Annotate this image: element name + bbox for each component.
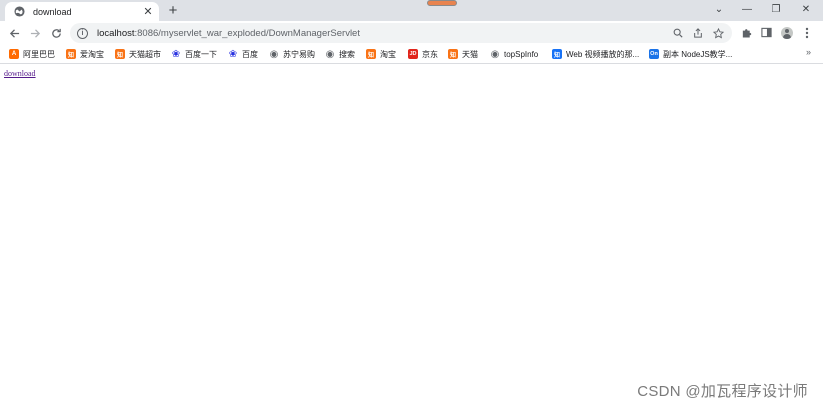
globe-icon: ◉ xyxy=(490,48,500,60)
baidu-paw-icon: ❀ xyxy=(228,48,238,60)
globe-icon xyxy=(14,6,25,17)
bookmark-item[interactable]: ◉ 苏宁易购 xyxy=(269,47,315,61)
bookmark-item[interactable]: On 副本 NodeJS教学... xyxy=(649,47,732,61)
zhi-icon: 知 xyxy=(366,49,376,59)
zoom-search-icon[interactable] xyxy=(672,26,684,40)
bookmark-item[interactable]: 知 淘宝 xyxy=(366,47,396,61)
bookmark-star-icon[interactable] xyxy=(712,26,724,40)
on-icon: On xyxy=(649,49,659,59)
bookmark-label: 苏宁易购 xyxy=(283,49,315,59)
profile-avatar-icon[interactable] xyxy=(779,24,795,41)
url-host: localhost xyxy=(97,27,135,39)
reload-icon[interactable] xyxy=(47,24,65,42)
bookmark-item[interactable]: A 阿里巴巴 xyxy=(9,47,55,61)
zhi-icon: 知 xyxy=(115,49,125,59)
bookmark-item[interactable]: ◉ 搜索 xyxy=(325,47,355,61)
bookmark-label: 副本 NodeJS教学... xyxy=(663,49,733,59)
extensions-puzzle-icon[interactable] xyxy=(738,24,754,41)
bookmark-label: 阿里巴巴 xyxy=(23,49,55,59)
bookmark-label: 淘宝 xyxy=(380,49,396,59)
globe-icon: ◉ xyxy=(325,48,335,60)
window-drag-handle xyxy=(427,0,457,6)
bookmark-label: 天猫 xyxy=(462,49,478,59)
address-url[interactable]: localhost:8086/myservlet_war_exploded/Do… xyxy=(97,28,360,39)
zhihu-icon: 知 xyxy=(552,49,562,59)
bookmark-item[interactable]: 知 爱淘宝 xyxy=(66,47,104,61)
baidu-paw-icon: ❀ xyxy=(171,48,181,60)
url-path: :8086/myservlet_war_exploded/DownManager… xyxy=(134,27,360,39)
bookmark-item[interactable]: ◉ topSpInfo xyxy=(490,47,539,61)
download-link[interactable]: download xyxy=(4,69,36,78)
restore-button[interactable]: ❐ xyxy=(762,0,790,19)
bookmark-label: 京东 xyxy=(422,49,438,59)
new-tab-button[interactable]: + xyxy=(164,2,182,19)
bookmark-label: Web 视频播放的那... xyxy=(566,49,640,59)
globe-icon: ◉ xyxy=(269,48,279,60)
zhi-icon: 知 xyxy=(66,49,76,59)
bookmark-label: 百度一下 xyxy=(185,49,217,59)
tab-title: download xyxy=(33,6,72,17)
forward-arrow-icon[interactable] xyxy=(26,24,44,42)
bookmark-item[interactable]: 知 Web 视频播放的那... xyxy=(552,47,639,61)
bookmark-item[interactable]: ❀ 百度一下 xyxy=(171,47,217,61)
tab-strip: download ✕ + ⌄ — ❐ ✕ xyxy=(0,0,823,21)
zhi-icon: 知 xyxy=(448,49,458,59)
side-panel-icon[interactable] xyxy=(758,24,774,41)
bookmark-item[interactable]: 知 天猫超市 xyxy=(115,47,161,61)
bookmark-label: 天猫超市 xyxy=(129,49,161,59)
tab-close-icon[interactable]: ✕ xyxy=(141,5,155,19)
bookmark-item[interactable]: JD 京东 xyxy=(408,47,438,61)
bookmarks-overflow-chevron-icon[interactable]: » xyxy=(806,47,811,57)
page-content: download CSDN @加瓦程序设计师 xyxy=(0,65,823,409)
toolbar: i localhost:8086/myservlet_war_exploded/… xyxy=(0,21,823,44)
address-bar[interactable]: i localhost:8086/myservlet_war_exploded/… xyxy=(70,23,732,43)
bookmark-label: 爱淘宝 xyxy=(80,49,104,59)
minimize-button[interactable]: — xyxy=(733,0,761,19)
jd-icon: JD xyxy=(408,49,418,59)
watermark: CSDN @加瓦程序设计师 xyxy=(637,383,808,400)
back-arrow-icon[interactable] xyxy=(5,24,23,42)
bookmark-label: 百度 xyxy=(242,49,258,59)
site-info-icon[interactable]: i xyxy=(77,27,88,39)
bookmark-item[interactable]: ❀ 百度 xyxy=(228,47,258,61)
tab-search-chevron-icon[interactable]: ⌄ xyxy=(705,0,733,19)
bookmark-label: topSpInfo xyxy=(504,49,539,59)
alibaba-icon: A xyxy=(9,49,19,59)
bookmarks-bar: A 阿里巴巴 知 爱淘宝 知 天猫超市 ❀ 百度一下 ❀ 百度 ◉ 苏宁易购 ◉… xyxy=(0,44,823,64)
bookmark-item[interactable]: 知 天猫 xyxy=(448,47,478,61)
more-menu-icon[interactable] xyxy=(799,24,815,41)
tab-download[interactable]: download ✕ xyxy=(5,2,159,21)
close-window-button[interactable]: ✕ xyxy=(792,0,820,19)
bookmark-label: 搜索 xyxy=(339,49,355,59)
share-icon[interactable] xyxy=(692,26,704,40)
